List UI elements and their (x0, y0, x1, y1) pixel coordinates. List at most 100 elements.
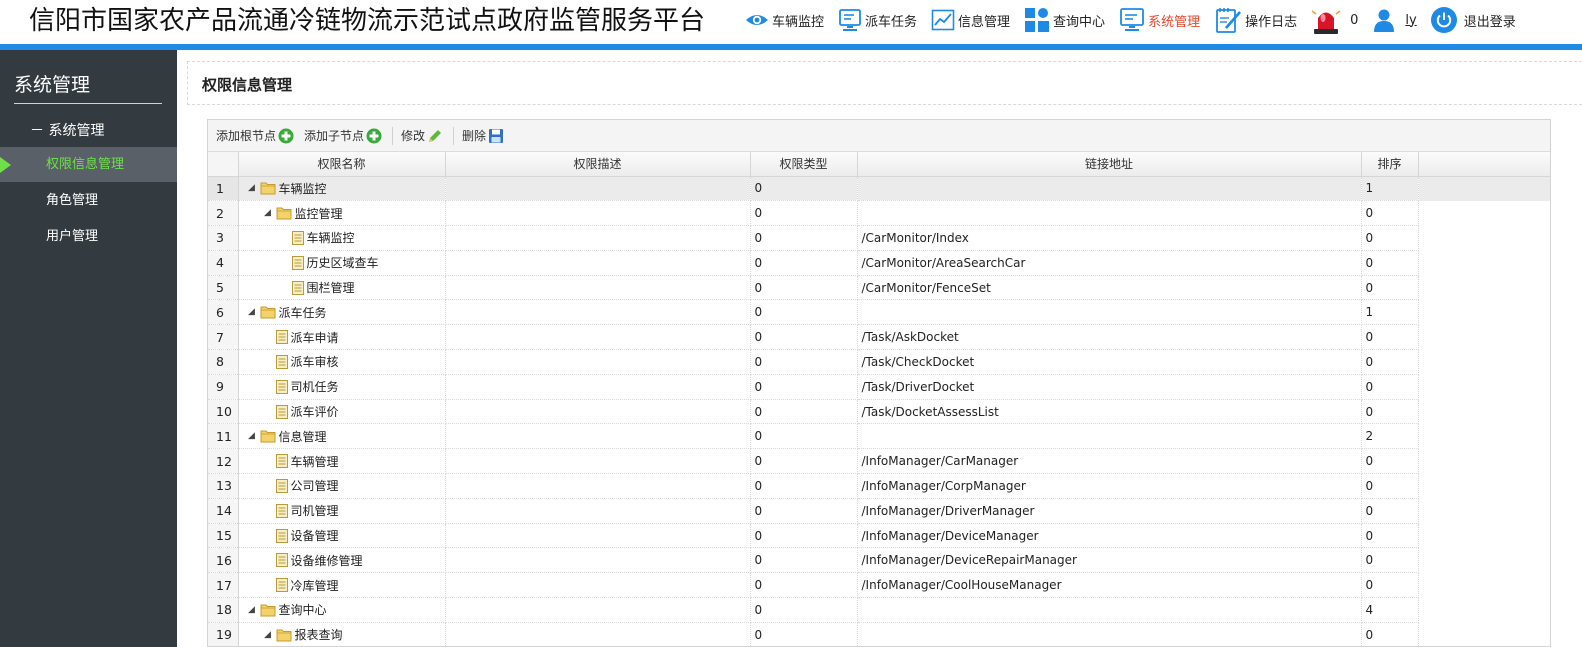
permission-desc-cell[interactable] (445, 349, 751, 375)
permission-url-cell[interactable] (857, 597, 1362, 623)
permission-name-cell[interactable]: 公司管理 (238, 473, 446, 499)
permission-desc-cell[interactable] (445, 622, 751, 646)
collapse-toggle-icon[interactable]: ◢ (263, 208, 273, 218)
table-row[interactable]: 12 车辆管理 0/InfoManager/CarManager 0 (208, 448, 1550, 475)
permission-sort-cell[interactable]: 0 (1361, 547, 1419, 574)
permission-name-cell[interactable]: ◢ 查询中心 (238, 597, 446, 623)
permission-url-cell[interactable]: /InfoManager/CorpManager (857, 473, 1362, 499)
permission-url-cell[interactable]: /Task/DriverDocket (857, 374, 1362, 400)
table-row[interactable]: 19 ◢ 报表查询 0 0 (208, 622, 1550, 646)
permission-desc-cell[interactable] (445, 324, 751, 351)
permission-desc-cell[interactable] (445, 473, 751, 499)
permission-name-cell[interactable]: 设备维修管理 (238, 547, 446, 574)
permission-type-cell[interactable]: 0 (750, 275, 858, 301)
table-row[interactable]: 8 派车审核 0/Task/CheckDocket 0 (208, 349, 1550, 375)
permission-desc-cell[interactable] (445, 399, 751, 425)
sidebar-item-user[interactable]: 用户管理 (0, 219, 177, 254)
permission-name-cell[interactable]: 围栏管理 (238, 275, 446, 301)
col-header-type[interactable]: 权限类型 (750, 152, 858, 177)
nav-query-center[interactable]: 查询中心 (1024, 4, 1105, 36)
user-menu[interactable]: ly (1372, 4, 1417, 36)
table-row[interactable]: 16 设备维修管理 0/InfoManager/DeviceRepairManage… (208, 547, 1550, 574)
permission-url-cell[interactable]: /InfoManager/CarManager (857, 448, 1362, 475)
permission-type-cell[interactable]: 0 (750, 523, 858, 549)
permission-name-cell[interactable]: 历史区域查车 (238, 250, 446, 276)
permission-type-cell[interactable]: 0 (750, 572, 858, 599)
permission-type-cell[interactable]: 0 (750, 324, 858, 351)
permission-type-cell[interactable]: 0 (750, 622, 858, 646)
collapse-toggle-icon[interactable]: ◢ (247, 183, 257, 193)
permission-name-cell[interactable]: ◢ 派车任务 (238, 299, 446, 326)
nav-dispatch-task[interactable]: 派车任务 (838, 4, 917, 36)
sidebar-item-role[interactable]: 角色管理 (0, 183, 177, 218)
permission-desc-cell[interactable] (445, 547, 751, 574)
table-row[interactable]: 4 历史区域查车 0/CarMonitor/AreaSearchCar 0 (208, 250, 1550, 276)
permission-type-cell[interactable]: 0 (750, 349, 858, 375)
permission-type-cell[interactable]: 0 (750, 448, 858, 475)
permission-desc-cell[interactable] (445, 250, 751, 276)
permission-url-cell[interactable] (857, 176, 1362, 202)
permission-type-cell[interactable]: 0 (750, 399, 858, 425)
user-name[interactable]: ly (1405, 13, 1416, 28)
permission-name-cell[interactable]: 派车评价 (238, 399, 446, 425)
sidebar-group-system[interactable]: － 系统管理 (30, 120, 104, 140)
table-row[interactable]: 5 围栏管理 0/CarMonitor/FenceSet 0 (208, 275, 1550, 301)
permission-name-cell[interactable]: 设备管理 (238, 523, 446, 549)
table-row[interactable]: 15 设备管理 0/InfoManager/DeviceManager 0 (208, 523, 1550, 549)
permission-type-cell[interactable]: 0 (750, 547, 858, 574)
permission-sort-cell[interactable]: 0 (1361, 200, 1419, 227)
permission-sort-cell[interactable]: 0 (1361, 225, 1419, 251)
permission-desc-cell[interactable] (445, 597, 751, 623)
table-row[interactable]: 3 车辆监控 0/CarMonitor/Index 0 (208, 225, 1550, 251)
permission-sort-cell[interactable]: 1 (1361, 299, 1419, 326)
permission-type-cell[interactable]: 0 (750, 200, 858, 227)
permission-sort-cell[interactable]: 0 (1361, 250, 1419, 276)
collapse-toggle-icon[interactable]: ◢ (247, 605, 257, 615)
permission-url-cell[interactable]: /CarMonitor/AreaSearchCar (857, 250, 1362, 276)
permission-url-cell[interactable]: /Task/CheckDocket (857, 349, 1362, 375)
permission-url-cell[interactable]: /Task/AskDocket (857, 324, 1362, 351)
permission-desc-cell[interactable] (445, 498, 751, 524)
delete-button[interactable]: 删除 (462, 127, 504, 144)
permission-desc-cell[interactable] (445, 448, 751, 475)
permission-sort-cell[interactable]: 0 (1361, 275, 1419, 301)
permission-url-cell[interactable]: /InfoManager/DeviceRepairManager (857, 547, 1362, 574)
nav-info-management[interactable]: 信息管理 (931, 4, 1010, 36)
col-header-desc[interactable]: 权限描述 (445, 152, 751, 177)
permission-desc-cell[interactable] (445, 275, 751, 301)
permission-sort-cell[interactable]: 0 (1361, 572, 1419, 599)
collapse-toggle-icon[interactable]: ◢ (247, 431, 257, 441)
permission-sort-cell[interactable]: 1 (1361, 176, 1419, 202)
nav-vehicle-monitor[interactable]: 车辆监控 (745, 4, 824, 36)
table-row[interactable]: 18 ◢ 查询中心 0 4 (208, 597, 1550, 623)
permission-url-cell[interactable]: /InfoManager/CoolHouseManager (857, 572, 1362, 599)
permission-url-cell[interactable] (857, 200, 1362, 227)
col-header-name[interactable]: 权限名称 (238, 152, 446, 177)
permission-url-cell[interactable]: /InfoManager/DriverManager (857, 498, 1362, 524)
permission-name-cell[interactable]: 派车审核 (238, 349, 446, 375)
permission-sort-cell[interactable]: 0 (1361, 473, 1419, 499)
permission-url-cell[interactable] (857, 423, 1362, 450)
table-row[interactable]: 7 派车申请 0/Task/AskDocket 0 (208, 324, 1550, 351)
add-root-node-button[interactable]: 添加根节点 (216, 127, 294, 144)
table-row[interactable]: 13 公司管理 0/InfoManager/CorpManager 0 (208, 473, 1550, 499)
permission-sort-cell[interactable]: 0 (1361, 498, 1419, 524)
permission-url-cell[interactable]: /CarMonitor/FenceSet (857, 275, 1362, 301)
permission-name-cell[interactable]: 派车申请 (238, 324, 446, 351)
permission-type-cell[interactable]: 0 (750, 299, 858, 326)
col-header-url[interactable]: 链接地址 (857, 152, 1362, 177)
nav-operation-log[interactable]: 操作日志 (1214, 4, 1297, 36)
table-row[interactable]: 2 ◢ 监控管理 0 0 (208, 200, 1550, 227)
add-child-node-button[interactable]: 添加子节点 (304, 127, 382, 144)
table-row[interactable]: 11 ◢ 信息管理 0 2 (208, 423, 1550, 450)
permission-name-cell[interactable]: 司机任务 (238, 374, 446, 400)
permission-url-cell[interactable]: /CarMonitor/Index (857, 225, 1362, 251)
permission-sort-cell[interactable]: 0 (1361, 324, 1419, 351)
permission-sort-cell[interactable]: 0 (1361, 349, 1419, 375)
permission-name-cell[interactable]: ◢ 监控管理 (238, 200, 446, 227)
permission-url-cell[interactable] (857, 622, 1362, 646)
collapse-toggle-icon[interactable]: ◢ (247, 307, 257, 317)
collapse-toggle-icon[interactable]: ◢ (263, 630, 273, 640)
permission-desc-cell[interactable] (445, 200, 751, 227)
nav-system-management[interactable]: 系统管理 (1119, 4, 1200, 36)
